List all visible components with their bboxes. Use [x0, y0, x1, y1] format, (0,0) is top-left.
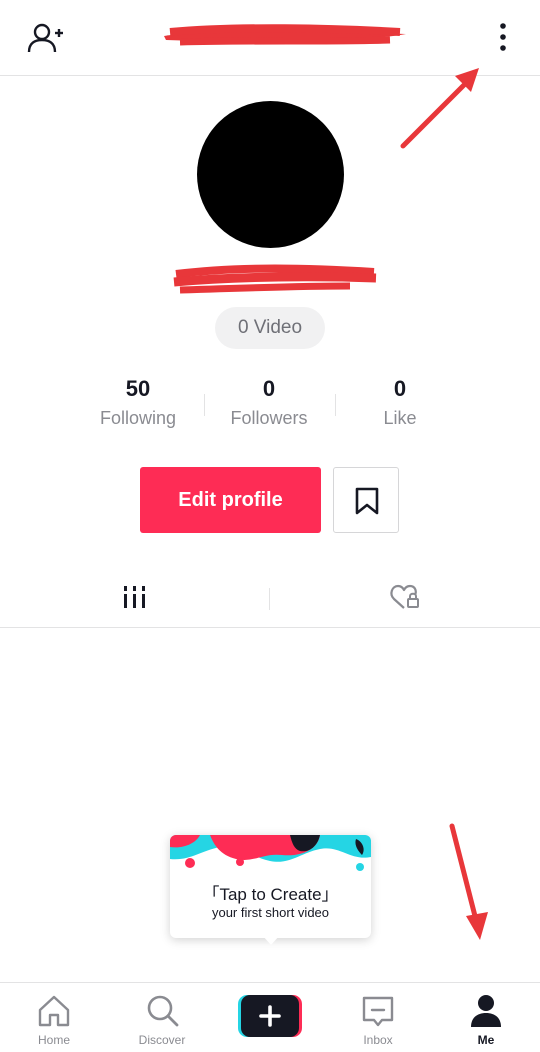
- tooltip-artwork: [170, 835, 371, 885]
- avatar[interactable]: [197, 101, 344, 248]
- create-tooltip[interactable]: 「Tap to Create」 your first short video: [170, 835, 371, 945]
- tooltip-title: 「Tap to Create」: [202, 885, 339, 904]
- tab-liked[interactable]: [270, 572, 540, 628]
- create-button[interactable]: [238, 995, 302, 1037]
- stat-followers-value: 0: [262, 376, 276, 401]
- stat-following-value: 50: [125, 376, 151, 401]
- grid-icon: [124, 586, 145, 608]
- annotation-arrow-menu: [400, 68, 479, 149]
- bottom-nav: Home Discover Inbox Me: [0, 982, 540, 1052]
- stat-likes[interactable]: 0 Like: [335, 372, 465, 429]
- stat-following[interactable]: 50 Following: [73, 372, 203, 429]
- more-vertical-icon: [500, 23, 506, 51]
- nav-discover-label: Discover: [138, 1033, 186, 1047]
- person-icon: [471, 995, 501, 1027]
- tab-videos[interactable]: [0, 572, 270, 628]
- username-redaction: [160, 16, 410, 56]
- bookmark-button[interactable]: [333, 467, 399, 533]
- nav-inbox-label: Inbox: [363, 1033, 393, 1047]
- inbox-icon: [362, 996, 394, 1027]
- handle-redaction: [170, 260, 380, 300]
- stat-following-label: Following: [99, 408, 177, 428]
- search-icon: [147, 995, 179, 1027]
- profile-tabs: [0, 572, 540, 628]
- stat-likes-label: Like: [383, 408, 417, 428]
- annotation-arrow-me: [449, 823, 488, 940]
- more-options-button[interactable]: [490, 20, 516, 56]
- nav-home[interactable]: Home: [0, 983, 108, 1052]
- nav-discover[interactable]: Discover: [108, 983, 216, 1052]
- heart-lock-icon: [390, 584, 419, 609]
- add-user-icon[interactable]: [26, 20, 66, 58]
- nav-me[interactable]: Me: [432, 983, 540, 1052]
- stat-followers[interactable]: 0 Followers: [204, 372, 334, 429]
- plus-icon: [238, 995, 302, 1037]
- stat-likes-value: 0: [393, 376, 407, 401]
- stat-followers-label: Followers: [230, 408, 308, 428]
- tooltip-subtitle: your first short video: [211, 905, 330, 920]
- edit-profile-button[interactable]: Edit profile: [140, 467, 321, 533]
- nav-home-label: Home: [37, 1033, 70, 1047]
- video-count-badge: 0 Video: [215, 307, 325, 349]
- profile-stats: 50 Following 0 Followers 0 Like: [0, 372, 540, 442]
- tooltip-tail: [262, 935, 280, 945]
- home-icon: [38, 995, 70, 1027]
- nav-inbox[interactable]: Inbox: [324, 983, 432, 1052]
- nav-me-label: Me: [477, 1033, 495, 1047]
- bookmark-icon: [355, 487, 379, 515]
